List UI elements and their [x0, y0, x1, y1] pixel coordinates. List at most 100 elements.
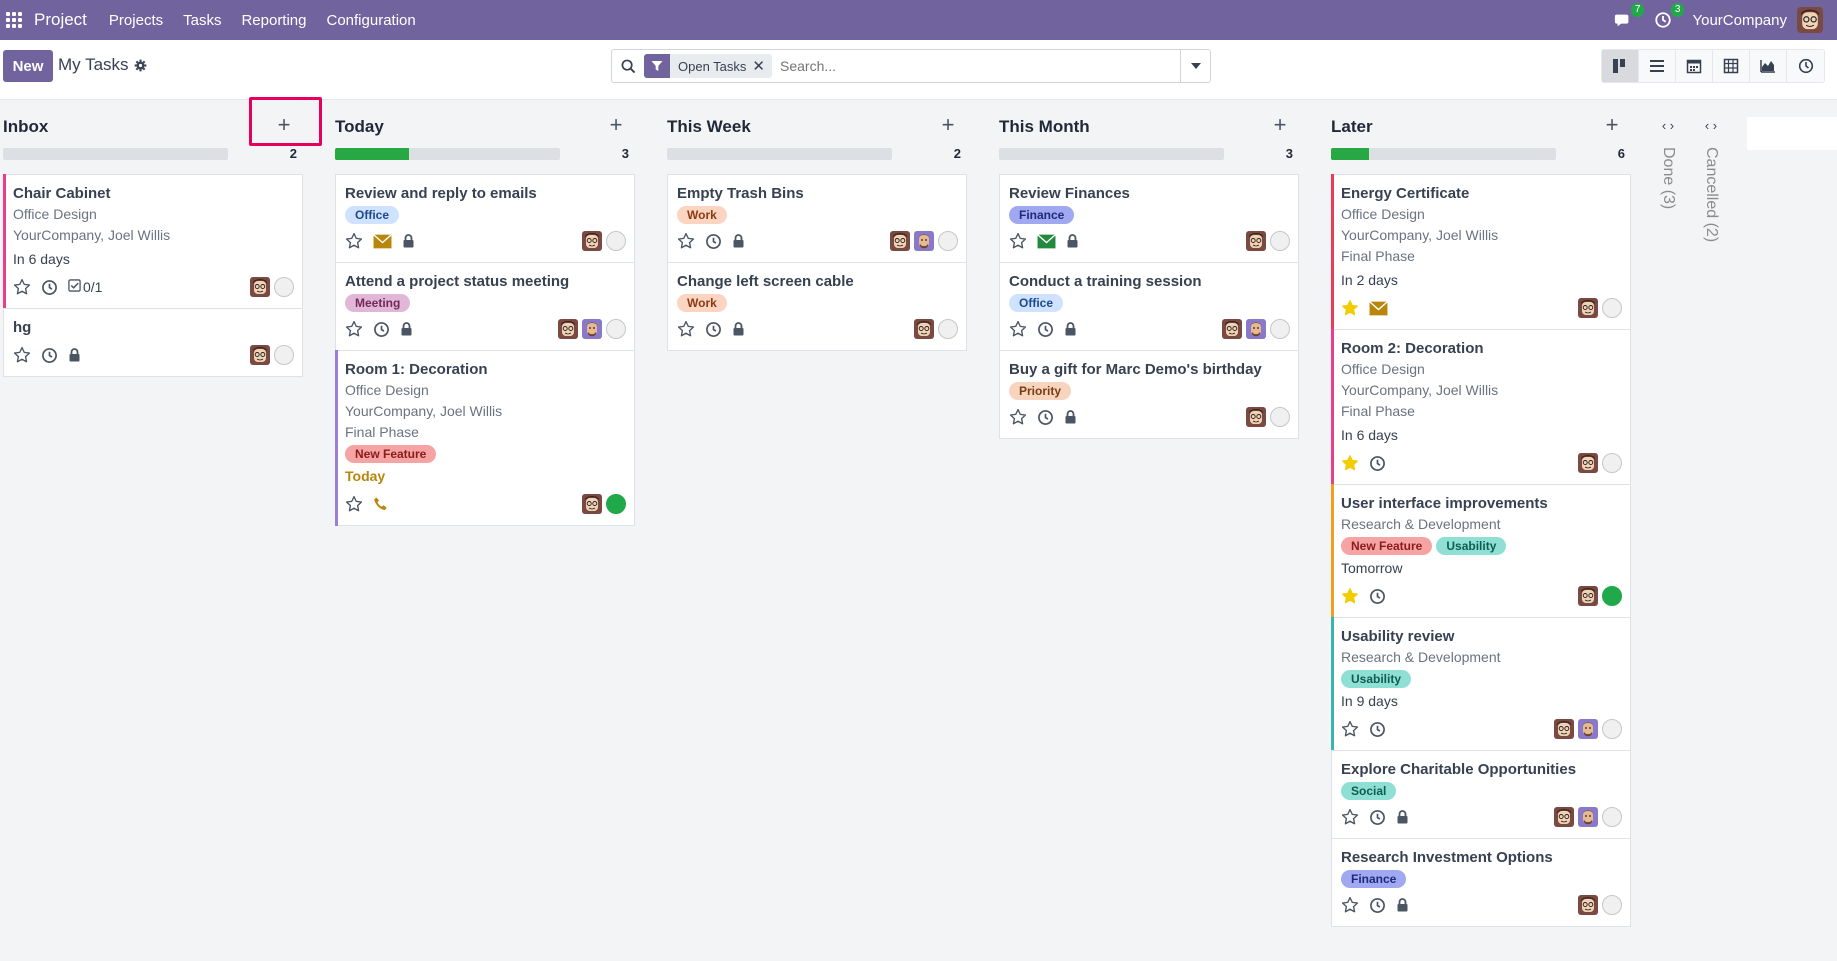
clock-icon[interactable] [1037, 409, 1054, 426]
graph-view-button[interactable] [1750, 50, 1787, 82]
assignee-avatar[interactable] [1578, 719, 1598, 739]
lock-icon[interactable] [68, 348, 81, 362]
star-icon[interactable] [13, 346, 31, 364]
task-state-indicator[interactable] [1602, 453, 1622, 473]
task-state-indicator[interactable] [1602, 586, 1622, 606]
clock-icon[interactable] [1037, 321, 1054, 338]
task-state-indicator[interactable] [1602, 298, 1622, 318]
task-state-indicator[interactable] [1270, 231, 1290, 251]
envelope-icon[interactable] [1037, 233, 1056, 249]
assignee-avatar[interactable] [1578, 298, 1598, 318]
column-title[interactable]: This Month [999, 117, 1090, 137]
task-state-indicator[interactable] [606, 319, 626, 339]
lock-icon[interactable] [1396, 810, 1409, 824]
task-card[interactable]: hg [3, 308, 303, 377]
menu-configuration[interactable]: Configuration [317, 12, 426, 29]
search-input[interactable] [780, 58, 1160, 74]
task-card[interactable]: Explore Charitable Opportunities Social [1331, 750, 1631, 839]
clock-icon[interactable] [373, 321, 390, 338]
folded-column-done[interactable]: ‹ › Done (3) [1653, 118, 1683, 209]
assignee-avatar[interactable] [582, 494, 602, 514]
column-title[interactable]: Later [1331, 117, 1373, 137]
star-icon[interactable] [345, 232, 363, 250]
task-state-indicator[interactable] [938, 231, 958, 251]
star-icon[interactable] [677, 232, 695, 250]
company-switcher[interactable]: YourCompany [1692, 12, 1787, 29]
clock-icon[interactable] [1369, 455, 1386, 472]
task-card[interactable]: Empty Trash Bins Work [667, 174, 967, 263]
assignee-avatar[interactable] [1578, 586, 1598, 606]
app-brand[interactable]: Project [34, 10, 87, 30]
column-quick-create-button[interactable]: + [1269, 114, 1291, 136]
clock-icon[interactable] [1369, 588, 1386, 605]
lock-icon[interactable] [1066, 234, 1079, 248]
list-view-button[interactable] [1639, 50, 1676, 82]
task-card[interactable]: Review and reply to emails Office [335, 174, 635, 263]
assignee-avatar[interactable] [914, 319, 934, 339]
task-card[interactable]: Chair Cabinet Office Design YourCompany, J… [3, 174, 303, 309]
star-icon[interactable] [1009, 320, 1027, 338]
column-progress-bar[interactable] [335, 148, 560, 160]
assignee-avatar[interactable] [890, 231, 910, 251]
clock-icon[interactable] [1369, 897, 1386, 914]
assignee-avatar[interactable] [1578, 453, 1598, 473]
lock-icon[interactable] [402, 234, 415, 248]
lock-icon[interactable] [1396, 898, 1409, 912]
calendar-view-button[interactable] [1676, 50, 1713, 82]
star-icon[interactable] [345, 320, 363, 338]
lock-icon[interactable] [732, 234, 745, 248]
star-icon[interactable] [1009, 232, 1027, 250]
star-filled-icon[interactable] [1341, 454, 1359, 472]
star-icon[interactable] [1009, 408, 1027, 426]
task-card[interactable]: Room 2: Decoration Office Design YourCompa… [1331, 329, 1631, 485]
phone-icon[interactable] [373, 496, 389, 512]
search-options-toggle[interactable] [1180, 50, 1210, 82]
star-filled-icon[interactable] [1341, 299, 1359, 317]
lock-icon[interactable] [732, 322, 745, 336]
task-card[interactable]: Change left screen cable Work [667, 262, 967, 351]
assignee-avatar[interactable] [1222, 319, 1242, 339]
clock-icon[interactable] [1369, 721, 1386, 738]
assignee-avatar[interactable] [1246, 319, 1266, 339]
clock-icon[interactable] [705, 321, 722, 338]
task-state-indicator[interactable] [1270, 407, 1290, 427]
assignee-avatar[interactable] [1554, 719, 1574, 739]
star-filled-icon[interactable] [1341, 587, 1359, 605]
column-title[interactable]: Inbox [3, 117, 48, 137]
assignee-avatar[interactable] [558, 319, 578, 339]
star-icon[interactable] [1341, 808, 1359, 826]
clock-icon[interactable] [41, 347, 58, 364]
activity-view-button[interactable] [1787, 50, 1824, 82]
messages-button[interactable]: 7 [1612, 3, 1645, 31]
apps-menu-icon[interactable] [6, 12, 22, 28]
checklist-progress[interactable]: 0/1 [68, 279, 102, 295]
star-icon[interactable] [1341, 720, 1359, 738]
task-card[interactable]: User interface improvements Research & De… [1331, 484, 1631, 618]
menu-reporting[interactable]: Reporting [231, 12, 316, 29]
new-button[interactable]: New [3, 50, 53, 82]
clock-icon[interactable] [705, 233, 722, 250]
kanban-view-button[interactable] [1602, 50, 1639, 82]
task-card[interactable]: Usability review Research & Development Us… [1331, 617, 1631, 751]
gear-icon[interactable] [134, 59, 147, 72]
assignee-avatar[interactable] [1246, 231, 1266, 251]
column-progress-bar[interactable] [1331, 148, 1556, 160]
folded-column-cancelled[interactable]: ‹ › Cancelled (2) [1696, 118, 1726, 242]
task-state-indicator[interactable] [274, 345, 294, 365]
task-card[interactable]: Research Investment Options Finance [1331, 838, 1631, 927]
task-state-indicator[interactable] [1602, 719, 1622, 739]
search-icon[interactable] [612, 59, 644, 74]
task-card[interactable]: Buy a gift for Marc Demo's birthday Prior… [999, 350, 1299, 439]
envelope-icon[interactable] [373, 233, 392, 249]
user-avatar[interactable] [1797, 7, 1823, 33]
assignee-avatar[interactable] [914, 231, 934, 251]
envelope-icon[interactable] [1369, 300, 1388, 316]
task-state-indicator[interactable] [606, 231, 626, 251]
assignee-avatar[interactable] [1554, 807, 1574, 827]
lock-icon[interactable] [400, 322, 413, 336]
menu-tasks[interactable]: Tasks [173, 12, 231, 29]
assignee-avatar[interactable] [1578, 895, 1598, 915]
column-quick-create-button[interactable]: + [605, 114, 627, 136]
assignee-avatar[interactable] [582, 319, 602, 339]
column-progress-bar[interactable] [999, 148, 1224, 160]
